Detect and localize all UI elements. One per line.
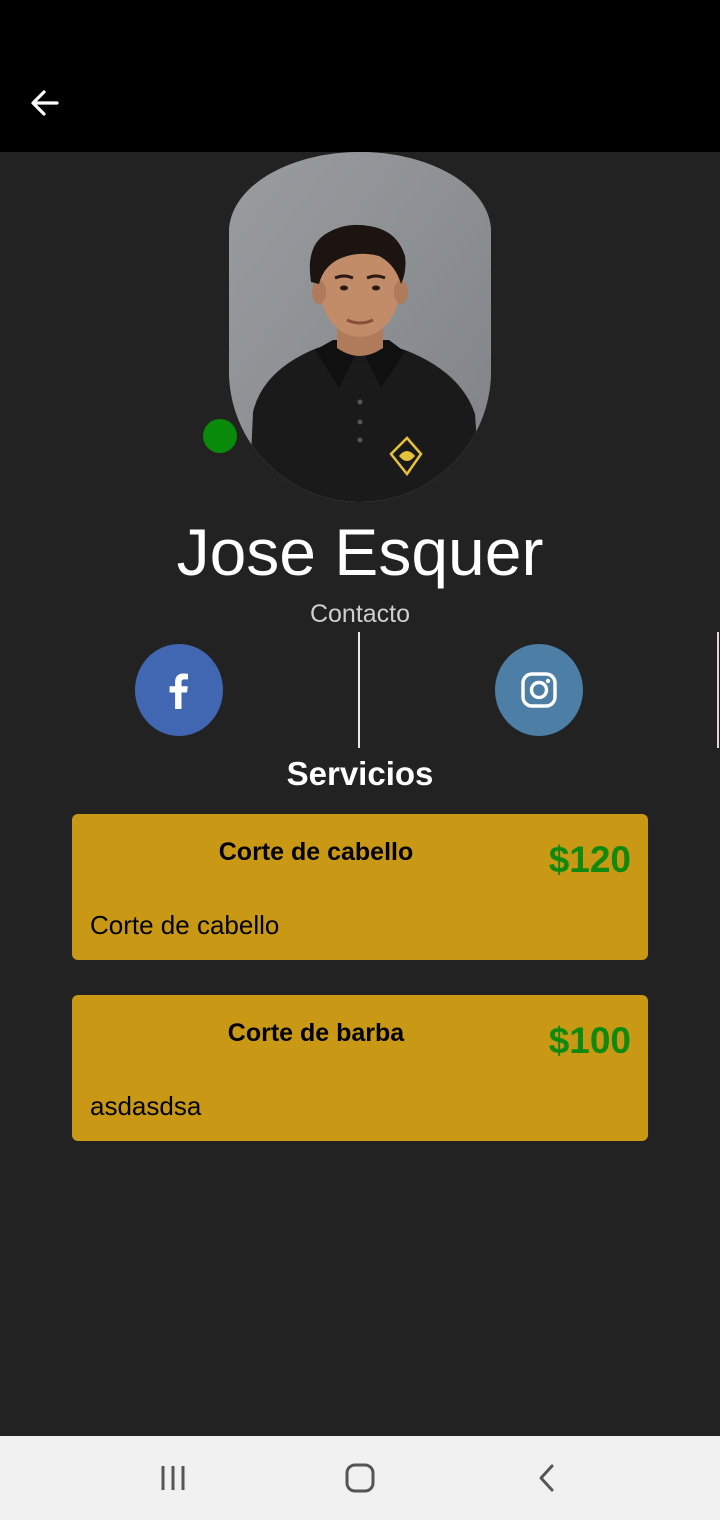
contact-divider — [358, 632, 360, 748]
barber-portrait — [229, 152, 491, 502]
contact-label: Contacto — [309, 600, 411, 628]
home-button[interactable] — [330, 1450, 390, 1506]
service-name: Corte de barba — [227, 1019, 405, 1047]
arrow-left-icon — [31, 90, 59, 116]
app-bar — [0, 0, 720, 152]
barber-name: Jose Esquer — [176, 515, 544, 589]
service-price: $100 — [548, 1020, 631, 1061]
system-navigation-bar — [0, 1436, 720, 1520]
recents-button[interactable] — [143, 1450, 203, 1506]
service-card[interactable]: Corte de cabello $120 Corte de cabello — [72, 814, 648, 960]
back-button[interactable] — [22, 80, 68, 126]
recents-icon — [161, 1466, 185, 1490]
facebook-icon — [169, 673, 188, 709]
service-description: Corte de cabello — [90, 910, 280, 940]
service-price: $120 — [548, 839, 631, 880]
service-card[interactable]: Corte de barba $100 asdasdsa — [72, 995, 648, 1141]
home-icon — [345, 1463, 375, 1493]
instagram-icon — [521, 672, 557, 708]
profile-photo — [229, 152, 491, 502]
facebook-button[interactable] — [135, 644, 223, 736]
service-name: Corte de cabello — [218, 838, 414, 866]
instagram-button[interactable] — [495, 644, 583, 736]
service-description: asdasdsa — [90, 1091, 202, 1121]
services-title: Servicios — [286, 755, 434, 792]
edge-scroll-indicator — [717, 632, 719, 748]
online-status-indicator — [203, 419, 237, 453]
chevron-left-icon — [539, 1464, 554, 1492]
nav-back-button[interactable] — [518, 1450, 578, 1506]
